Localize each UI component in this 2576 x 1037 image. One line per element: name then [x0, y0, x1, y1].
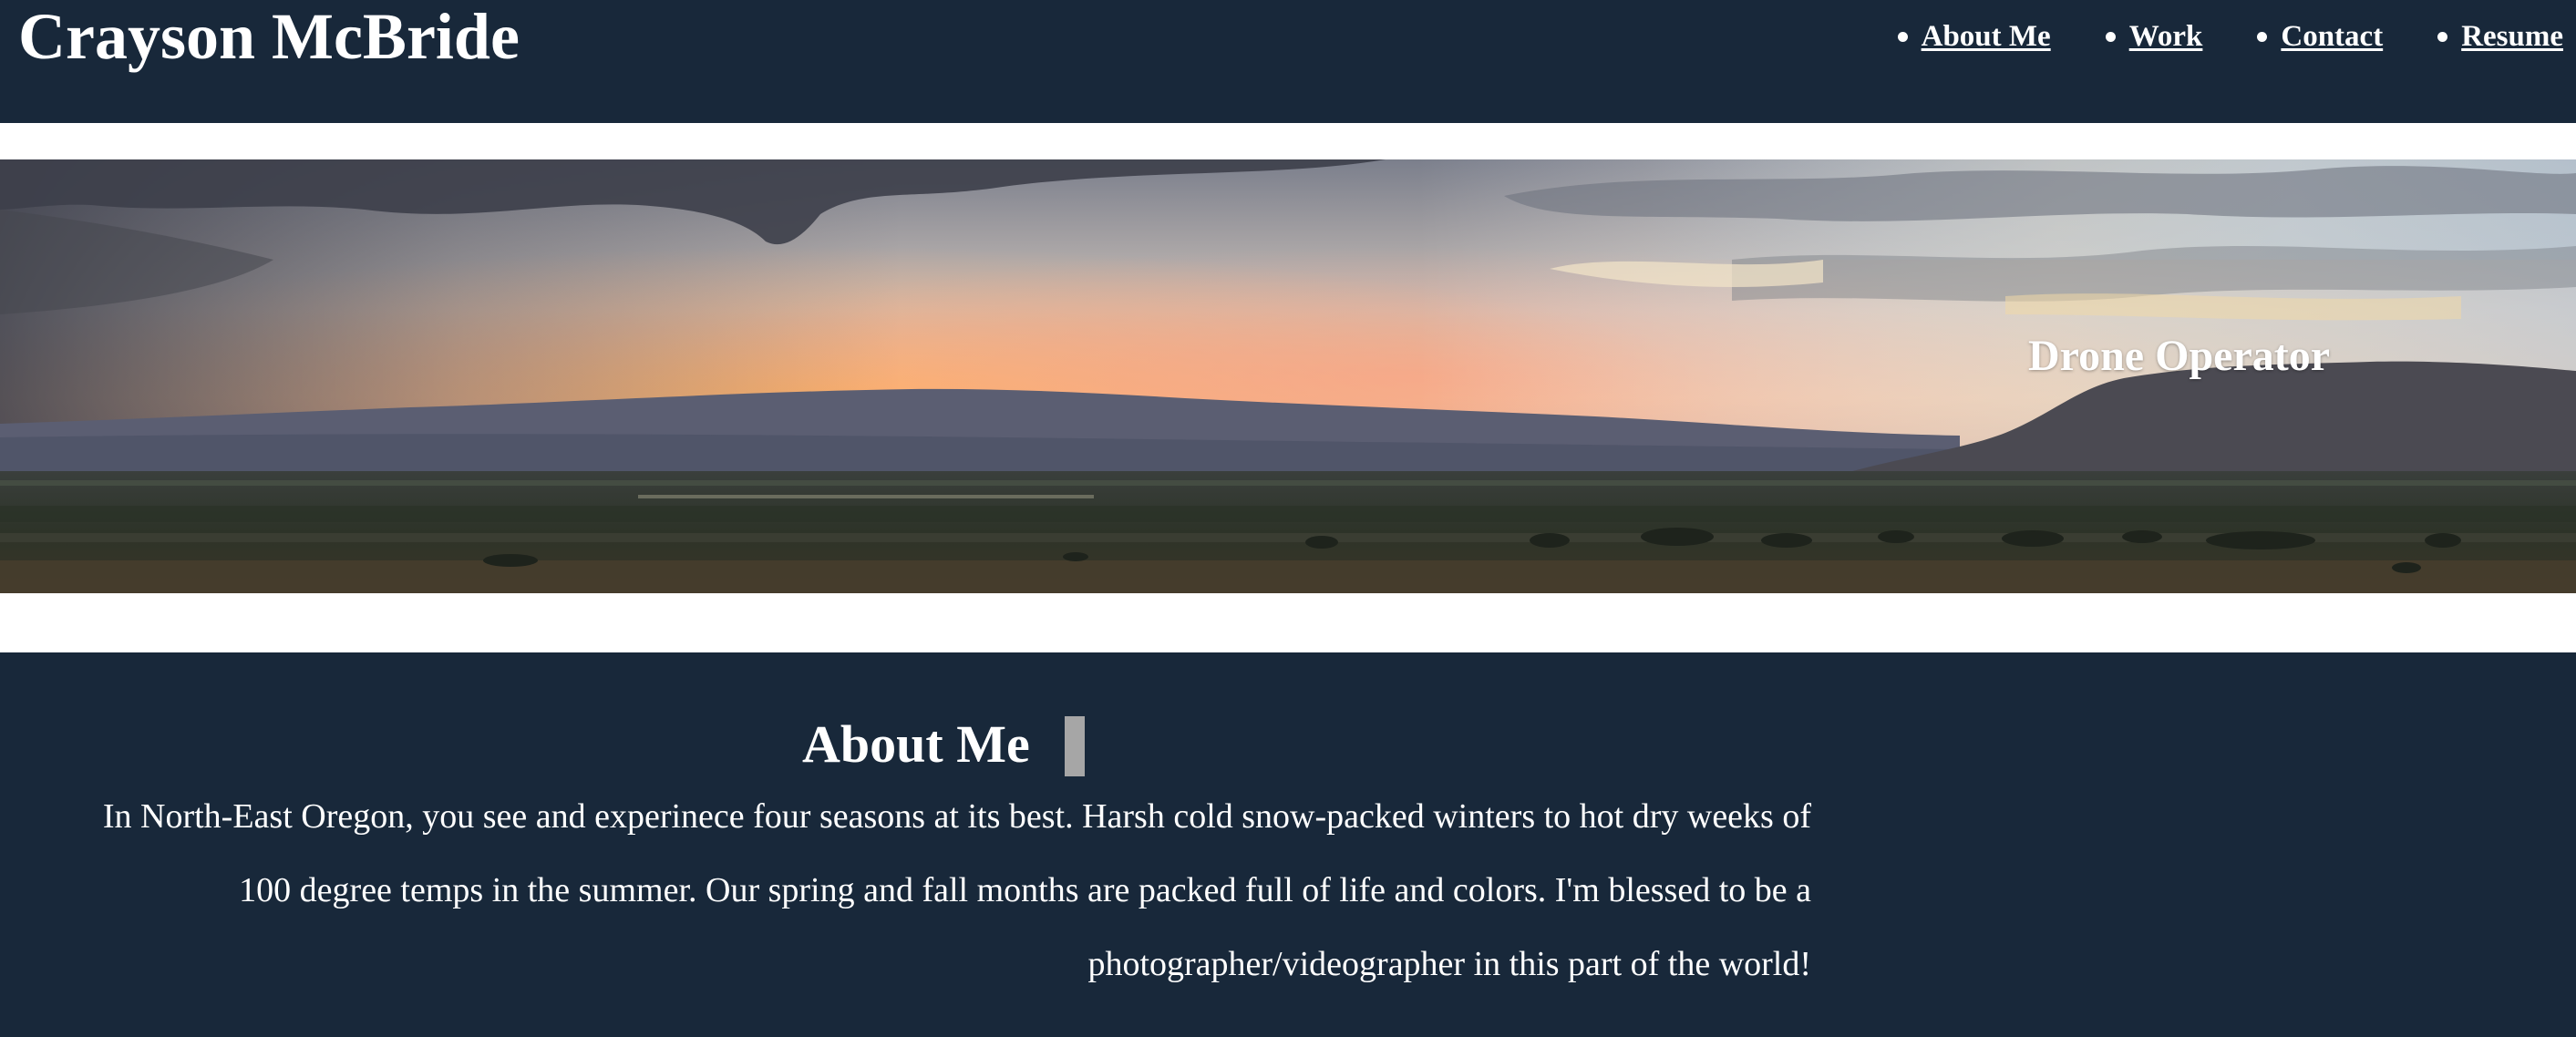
site-title[interactable]: Crayson McBride	[18, 0, 520, 73]
nav-item-work: Work	[2105, 16, 2203, 56]
about-paragraph: In North-East Oregon, you see and experi…	[0, 780, 1811, 1001]
nav-link-resume[interactable]: Resume	[2461, 16, 2563, 56]
nav-link-contact[interactable]: Contact	[2281, 16, 2383, 56]
nav-item-about: About Me	[1897, 16, 2051, 56]
main-nav: About Me Work Contact Resume	[1843, 16, 2563, 56]
text-cursor-block	[1065, 716, 1085, 776]
about-line: In North-East Oregon, you see and experi…	[102, 797, 1811, 836]
site-header: Crayson McBride About Me Work Contact Re…	[0, 0, 2576, 123]
bullet-icon	[2105, 31, 2116, 42]
nav-item-contact: Contact	[2257, 16, 2383, 56]
about-line: photographer/videographer in this part o…	[1087, 945, 1811, 983]
nav-item-resume: Resume	[2437, 16, 2563, 56]
bullet-icon	[2437, 31, 2448, 42]
nav-link-about-me[interactable]: About Me	[1922, 16, 2051, 56]
bullet-icon	[1897, 31, 1908, 42]
about-line: 100 degree temps in the summer. Our spri…	[239, 871, 1811, 909]
about-heading: About Me	[802, 714, 1030, 774]
hero-caption: Drone Operator	[2028, 332, 2331, 380]
hero-banner: Drone Operator	[0, 159, 2576, 593]
nav-link-work[interactable]: Work	[2129, 16, 2203, 56]
bullet-icon	[2257, 31, 2268, 42]
about-section: About Me In North-East Oregon, you see a…	[0, 652, 2576, 1037]
